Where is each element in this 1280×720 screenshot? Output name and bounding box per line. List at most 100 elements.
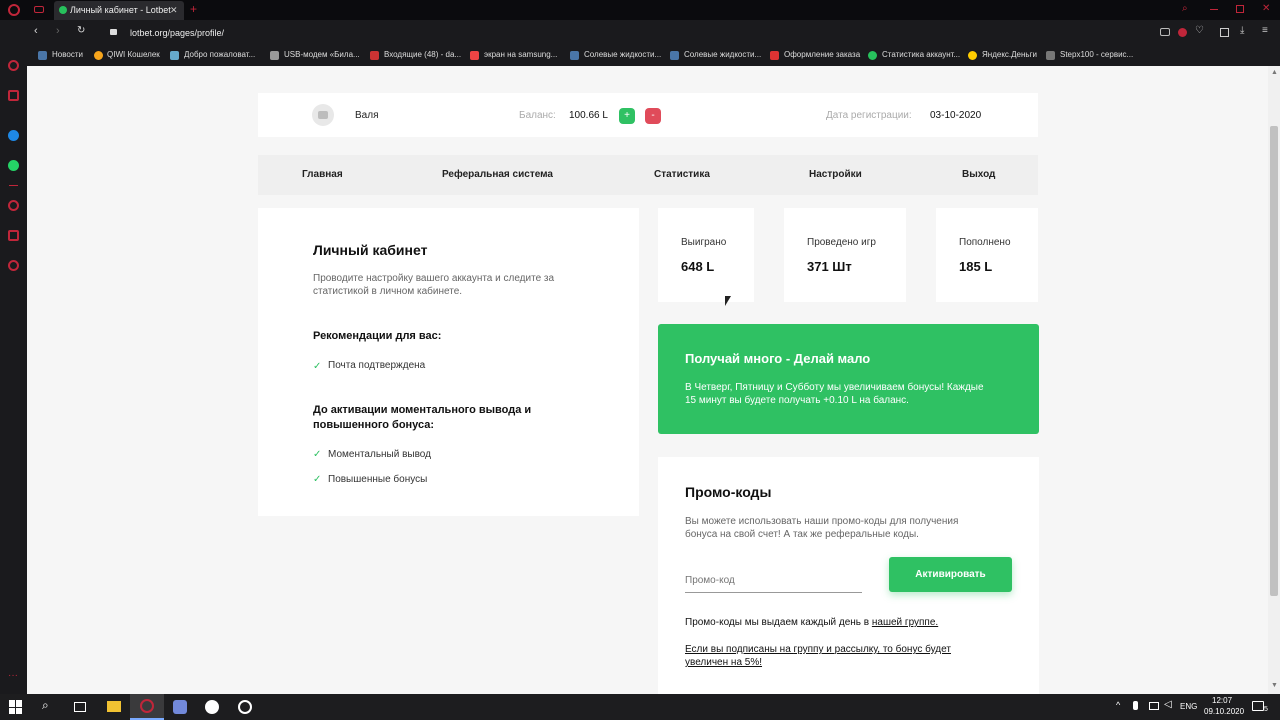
promo-banner-title: Получай много - Делай мало	[685, 351, 871, 366]
activate-button[interactable]: Активировать	[889, 557, 1012, 592]
promo-banner: Получай много - Делай мало В Четверг, Пя…	[658, 324, 1039, 434]
stat-label: Выиграно	[681, 237, 727, 248]
reload-icon[interactable]: ↻	[77, 25, 85, 36]
microphone-icon[interactable]	[1133, 701, 1138, 710]
stat-label: Пополнено	[959, 237, 1011, 248]
clock-time[interactable]: 12:07	[1212, 696, 1232, 705]
nav-logout[interactable]: Выход	[962, 169, 995, 180]
camera-icon[interactable]	[1160, 28, 1170, 36]
page-scrollbar[interactable]: ▲ ▼	[1268, 66, 1280, 694]
scroll-down-icon[interactable]: ▼	[1271, 682, 1278, 689]
bookmark-item[interactable]: Stepx100 - сервис...	[1060, 50, 1133, 59]
obs-icon[interactable]	[238, 700, 252, 714]
messenger-icon[interactable]	[8, 130, 19, 141]
twitch-icon[interactable]	[8, 90, 19, 101]
stat-value: 185 L	[959, 259, 993, 274]
nav-settings[interactable]: Настройки	[809, 169, 862, 180]
url-field[interactable]: lotbet.org/pages/profile/	[130, 28, 224, 38]
stat-card-deposited: Пополнено 185 L	[936, 208, 1038, 302]
maximize-icon[interactable]	[1236, 5, 1244, 13]
qiwi-icon	[94, 51, 103, 60]
scroll-up-icon[interactable]: ▲	[1271, 69, 1278, 76]
extensions-icon[interactable]	[8, 230, 19, 241]
cube-icon[interactable]	[1220, 28, 1229, 37]
yandex-money-icon	[968, 51, 977, 60]
bookmark-item[interactable]: Входящие (48) - da...	[384, 50, 461, 59]
promo-code-input[interactable]	[685, 569, 862, 593]
promo-banner-text-line1: В Четверг, Пятницу и Субботу мы увеличив…	[685, 382, 984, 393]
subscription-text: и	[823, 644, 835, 655]
nav-main[interactable]: Главная	[302, 169, 343, 180]
activation-title-line2: повышенного бонуса:	[313, 419, 435, 431]
heart-icon[interactable]: ♡	[1195, 25, 1204, 36]
new-tab-icon[interactable]: +	[190, 2, 197, 16]
rec-item: Почта подтверждена	[328, 360, 426, 371]
bookmark-item[interactable]: Оформление заказа	[784, 50, 860, 59]
taskbar: ⌕ ^ ◁ ENG 12:07 09.10.2020 5	[0, 694, 1280, 720]
discord-icon[interactable]	[173, 700, 187, 714]
balance-label: Баланс:	[519, 110, 556, 121]
promo-codes-card: Промо-коды Вы можете использовать наши п…	[658, 457, 1039, 694]
mail-icon	[370, 51, 379, 60]
gamepad-icon[interactable]	[34, 6, 44, 13]
search-icon[interactable]: ⌕	[42, 698, 56, 712]
search-tabs-icon[interactable]: ⌕	[1182, 3, 1188, 14]
group-link[interactable]: группу	[794, 644, 824, 655]
menu-icon[interactable]: ≡	[1262, 25, 1268, 36]
tab-title: Личный кабинет - Lotbet	[70, 5, 171, 15]
notification-icon[interactable]	[1252, 701, 1264, 711]
history-icon[interactable]	[8, 200, 19, 211]
bookmark-item[interactable]: Солевые жидкости...	[684, 50, 761, 59]
deposit-button[interactable]: +	[619, 108, 635, 124]
promo-note: Промо-коды мы выдаем каждый день в нашей…	[685, 617, 938, 628]
check-icon: ✓	[313, 449, 322, 460]
nav-statistics[interactable]: Статистика	[654, 169, 710, 180]
bookmark-icon	[770, 51, 779, 60]
bookmark-item[interactable]: Статистика аккаунт...	[882, 50, 960, 59]
close-window-icon[interactable]: ✕	[1262, 3, 1270, 14]
scrollbar-thumb[interactable]	[1270, 126, 1278, 596]
network-icon[interactable]	[1149, 702, 1159, 710]
bookmark-item[interactable]: Солевые жидкости...	[584, 50, 661, 59]
bookmark-item[interactable]: экран на samsung...	[484, 50, 557, 59]
bookmark-item[interactable]: Добро пожаловат...	[184, 50, 255, 59]
steam-icon[interactable]	[205, 700, 219, 714]
cabinet-title: Личный кабинет	[313, 242, 428, 258]
withdraw-button[interactable]: -	[645, 108, 661, 124]
browser-tab[interactable]: Личный кабинет - Lotbet ✕	[54, 1, 184, 20]
tab-close-icon[interactable]: ✕	[170, 5, 178, 16]
address-bar: ‹ › ↻ lotbet.org/pages/profile/ ♡ ⤓ ≡	[0, 20, 1280, 46]
more-icon[interactable]: ···	[8, 670, 18, 681]
clock-date[interactable]: 09.10.2020	[1204, 707, 1244, 716]
camera-icon	[318, 111, 328, 119]
tray-chevron-icon[interactable]: ^	[1116, 700, 1120, 710]
whatsapp-icon[interactable]	[8, 160, 19, 171]
bookmark-item[interactable]: USB-модем «Била...	[284, 50, 360, 59]
task-view-icon[interactable]	[74, 702, 86, 712]
windows-start-icon[interactable]	[9, 700, 23, 714]
opera-menu-icon[interactable]	[8, 4, 20, 16]
language-indicator[interactable]: ENG	[1180, 702, 1197, 711]
newsletter-link[interactable]: рассылку	[835, 644, 878, 655]
minimize-icon[interactable]	[1210, 9, 1218, 10]
promo-title: Промо-коды	[685, 484, 772, 500]
speed-dial-icon[interactable]	[8, 60, 19, 71]
group-link[interactable]: нашей группе.	[872, 617, 938, 628]
back-icon[interactable]: ‹	[34, 25, 38, 37]
forward-icon[interactable]: ›	[56, 25, 60, 37]
profile-header: Валя Баланс: 100.66 L + - Дата регистрац…	[258, 93, 1038, 137]
activation-title-line1: До активации моментального вывода и	[313, 404, 532, 416]
promo-desc-line2: бонуса на свой счет! А так же реферальны…	[685, 529, 919, 540]
bookmark-item[interactable]: QIWI Кошелек	[107, 50, 160, 59]
settings-icon[interactable]	[8, 260, 19, 271]
file-explorer-icon[interactable]	[107, 701, 121, 712]
volume-icon[interactable]: ◁	[1164, 699, 1172, 710]
bookmark-item[interactable]: Новости	[52, 50, 83, 59]
subscription-note-line2: увеличен на 5%!	[685, 657, 763, 668]
bookmark-item[interactable]: Яндекс.Деньги	[982, 50, 1037, 59]
nav-referral[interactable]: Реферальная система	[442, 169, 553, 180]
vpn-icon[interactable]	[1178, 28, 1187, 37]
browser-sidebar: ···	[0, 20, 27, 694]
download-icon[interactable]: ⤓	[1240, 25, 1244, 36]
opera-taskbar-button[interactable]	[130, 694, 164, 720]
